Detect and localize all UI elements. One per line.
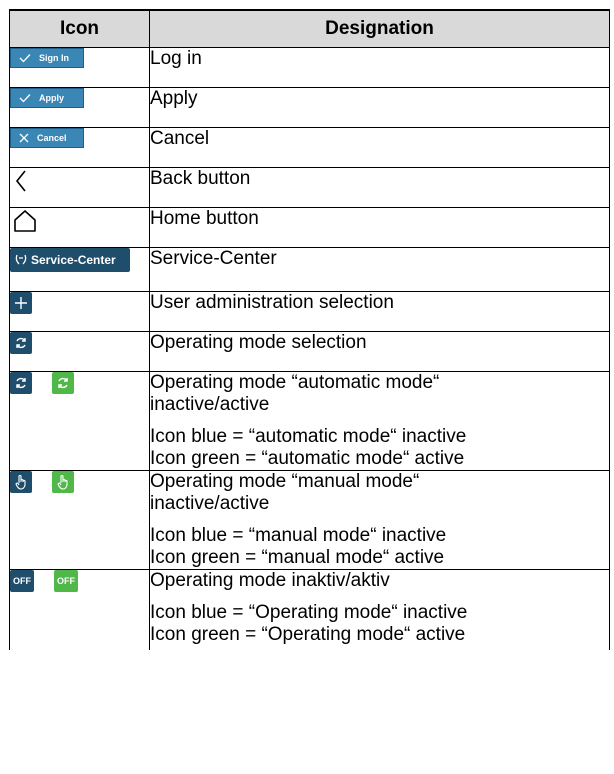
plus-icon: [10, 292, 32, 314]
icon-cell: [9, 167, 150, 208]
home-icon: [14, 210, 36, 232]
icon-cell: OFF OFF: [9, 569, 150, 650]
table-row: Operating mode selection: [9, 331, 610, 372]
table-row: Back button: [9, 167, 610, 208]
off-icon: OFF: [10, 570, 34, 592]
sign-in-label: Sign In: [39, 53, 69, 63]
icon-cell: [9, 207, 150, 248]
designation-cell: Log in: [149, 47, 610, 88]
table-row: Service-Center Service-Center: [9, 247, 610, 292]
designation-text: Operating mode “manual mode“ inactive/ac…: [150, 471, 420, 514]
cancel-label: Cancel: [37, 133, 67, 143]
hand-pointer-icon: [10, 471, 32, 493]
icon-cell: [9, 371, 150, 471]
designation-cell: User administration selection: [149, 291, 610, 332]
designation-cell: Operating mode “automatic mode“ inactive…: [149, 371, 610, 471]
note-line: Icon blue = “manual mode“ inactive: [150, 525, 447, 546]
note-line: Icon green = “manual mode“ active: [150, 547, 445, 568]
table-row: OFF OFF Operating mode inaktiv/aktiv Ico…: [9, 569, 610, 650]
note-line: Icon blue = “automatic mode“ inactive: [150, 426, 467, 447]
table-row: Home button: [9, 207, 610, 248]
table-row: Sign In Log in: [9, 47, 610, 88]
note-line: Icon blue = “Operating mode“ inactive: [150, 602, 468, 623]
column-header-icon: Icon: [9, 9, 150, 48]
apply-button-icon: Apply: [10, 88, 84, 108]
designation-text: Operating mode inaktiv/aktiv: [150, 570, 390, 591]
icon-cell: Apply: [9, 87, 150, 128]
service-center-label: Service-Center: [31, 253, 116, 267]
designation-cell: Cancel: [149, 127, 610, 168]
table-row: Apply Apply: [9, 87, 610, 128]
designation-text: Operating mode “automatic mode“ inactive…: [150, 372, 440, 415]
designation-cell: Back button: [149, 167, 610, 208]
table-header-row: Icon Designation: [9, 9, 610, 48]
cancel-button-icon: Cancel: [10, 128, 84, 148]
sign-in-button-icon: Sign In: [10, 48, 84, 68]
icon-cell: Service-Center: [9, 247, 150, 292]
column-header-designation: Designation: [149, 9, 610, 48]
icon-cell: [9, 291, 150, 332]
table-row: Operating mode “manual mode“ inactive/ac…: [9, 470, 610, 570]
icon-cell: [9, 470, 150, 570]
apply-label: Apply: [39, 93, 65, 103]
designation-cell: Operating mode selection: [149, 331, 610, 372]
table-row: Cancel Cancel: [9, 127, 610, 168]
icon-cell: Cancel: [9, 127, 150, 168]
designation-cell: Service-Center: [149, 247, 610, 292]
table-row: Operating mode “automatic mode“ inactive…: [9, 371, 610, 471]
refresh-icon: [52, 372, 74, 394]
icon-cell: [9, 331, 150, 372]
refresh-icon: [10, 332, 32, 354]
designation-cell: Operating mode “manual mode“ inactive/ac…: [149, 470, 610, 570]
table-row: User administration selection: [9, 291, 610, 332]
refresh-icon: [10, 372, 32, 394]
note-line: Icon green = “automatic mode“ active: [150, 448, 465, 469]
icon-designation-table: Icon Designation Sign In Log in Apply Ap…: [9, 9, 610, 650]
designation-cell: Operating mode inaktiv/aktiv Icon blue =…: [149, 569, 610, 650]
chevron-left-icon: [15, 170, 26, 192]
hand-pointer-icon: [52, 471, 74, 493]
designation-cell: Home button: [149, 207, 610, 248]
icon-cell: Sign In: [9, 47, 150, 88]
note-line: Icon green = “Operating mode“ active: [150, 624, 466, 645]
designation-cell: Apply: [149, 87, 610, 128]
service-center-button-icon: Service-Center: [10, 248, 130, 272]
off-icon: OFF: [54, 570, 78, 592]
